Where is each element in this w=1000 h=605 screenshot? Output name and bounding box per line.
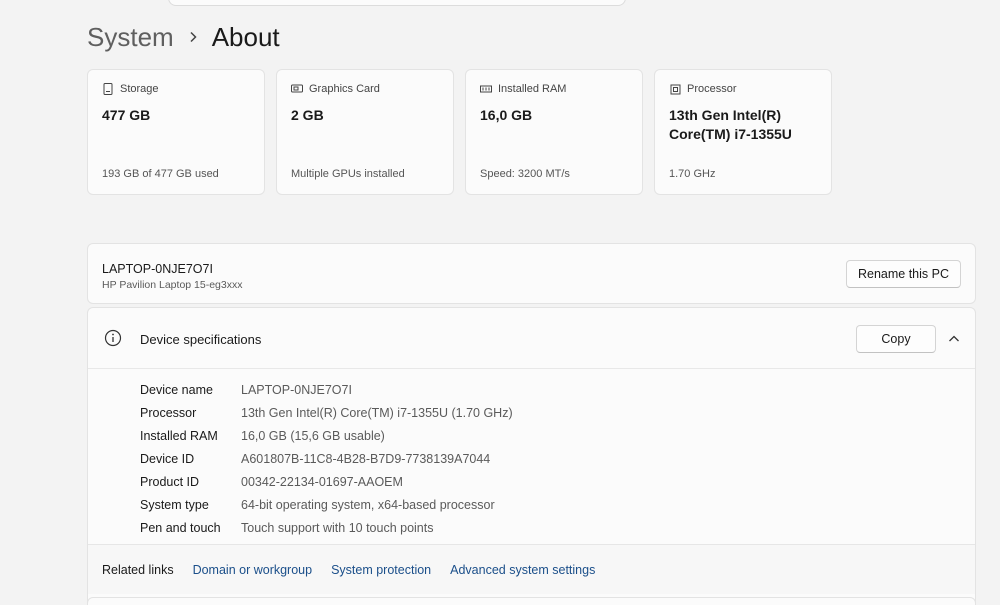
spec-row: Installed RAM 16,0 GB (15,6 GB usable) (140, 424, 513, 447)
ram-card-header: Installed RAM (480, 83, 566, 95)
spec-list: Device name LAPTOP-0NJE7O7I Processor 13… (140, 378, 513, 539)
graphics-card-value: 2 GB (291, 107, 324, 123)
breadcrumb: System About (87, 19, 280, 55)
ram-card: Installed RAM 16,0 GB Speed: 3200 MT/s (465, 69, 643, 195)
summary-cards: Storage 477 GB 193 GB of 477 GB used Gra… (87, 69, 832, 195)
spec-value: A601807B-11C8-4B28-B7D9-7738139A7044 (241, 451, 491, 466)
ram-card-value: 16,0 GB (480, 107, 533, 123)
chevron-up-icon[interactable] (948, 332, 960, 344)
spec-row: Product ID 00342-22134-01697-AAOEM (140, 470, 513, 493)
spec-label: Device name (140, 382, 213, 397)
graphics-card-label: Graphics Card (309, 83, 380, 95)
rename-pc-button[interactable]: Rename this PC (846, 260, 961, 288)
spec-value: 16,0 GB (15,6 GB usable) (241, 428, 385, 443)
spec-value: 13th Gen Intel(R) Core(TM) i7-1355U (1.7… (241, 405, 513, 420)
copy-button[interactable]: Copy (856, 325, 936, 353)
storage-icon (102, 83, 114, 95)
related-links-label: Related links (102, 562, 174, 577)
breadcrumb-system[interactable]: System (87, 22, 174, 53)
processor-card: Processor 13th Gen Intel(R) Core(TM) i7-… (654, 69, 832, 195)
graphics-card-icon (291, 83, 303, 95)
next-section-card (87, 597, 976, 605)
storage-card-sub: 193 GB of 477 GB used (102, 168, 219, 180)
spec-row: Device name LAPTOP-0NJE7O7I (140, 378, 513, 401)
storage-card-header: Storage (102, 83, 159, 95)
ram-card-sub: Speed: 3200 MT/s (480, 168, 570, 180)
spec-row: Pen and touch Touch support with 10 touc… (140, 516, 513, 539)
pc-name: LAPTOP-0NJE7O7I (102, 262, 213, 276)
processor-card-value: 13th Gen Intel(R) Core(TM) i7-1355U (669, 107, 792, 142)
graphics-card-header: Graphics Card (291, 83, 380, 95)
pc-name-row: LAPTOP-0NJE7O7I HP Pavilion Laptop 15-eg… (87, 243, 976, 304)
spec-row: Device ID A601807B-11C8-4B28-B7D9-773813… (140, 447, 513, 470)
graphics-card-sub: Multiple GPUs installed (291, 168, 405, 180)
device-specifications-header[interactable]: Device specifications Copy (88, 308, 975, 369)
page-title: About (211, 21, 280, 52)
processor-card-sub: 1.70 GHz (669, 168, 716, 180)
info-icon (104, 329, 122, 347)
processor-card-label: Processor (687, 83, 737, 95)
graphics-card-card: Graphics Card 2 GB Multiple GPUs install… (276, 69, 454, 195)
pc-model: HP Pavilion Laptop 15-eg3xxx (102, 279, 243, 291)
chevron-right-icon (188, 31, 198, 43)
about-page: System About Storage 477 GB 193 GB of 47… (0, 0, 1000, 605)
spec-value: 00342-22134-01697-AAOEM (241, 474, 403, 489)
storage-card-value: 477 GB (102, 107, 151, 123)
device-specifications-panel: Device specifications Copy Device name L… (87, 307, 976, 605)
spec-label: System type (140, 497, 209, 512)
spec-value: LAPTOP-0NJE7O7I (241, 382, 352, 397)
advanced-system-settings-link[interactable]: Advanced system settings (450, 563, 595, 577)
spec-label: Product ID (140, 474, 200, 489)
ram-card-label: Installed RAM (498, 83, 567, 95)
storage-card: Storage 477 GB 193 GB of 477 GB used (87, 69, 265, 195)
search-box[interactable] (168, 0, 626, 6)
ram-icon (480, 83, 492, 95)
spec-row: Processor 13th Gen Intel(R) Core(TM) i7-… (140, 401, 513, 424)
processor-icon (669, 83, 681, 95)
device-specifications-title: Device specifications (140, 332, 262, 347)
processor-card-header: Processor (669, 83, 737, 95)
spec-label: Installed RAM (140, 428, 218, 443)
spec-label: Pen and touch (140, 520, 221, 535)
spec-row: System type 64-bit operating system, x64… (140, 493, 513, 516)
domain-or-workgroup-link[interactable]: Domain or workgroup (193, 563, 313, 577)
related-links-bar: Related links Domain or workgroup System… (88, 544, 975, 594)
spec-value: 64-bit operating system, x64-based proce… (241, 497, 495, 512)
system-protection-link[interactable]: System protection (331, 563, 431, 577)
storage-card-label: Storage (120, 83, 159, 95)
spec-label: Processor (140, 405, 197, 420)
spec-label: Device ID (140, 451, 195, 466)
spec-value: Touch support with 10 touch points (241, 520, 434, 535)
